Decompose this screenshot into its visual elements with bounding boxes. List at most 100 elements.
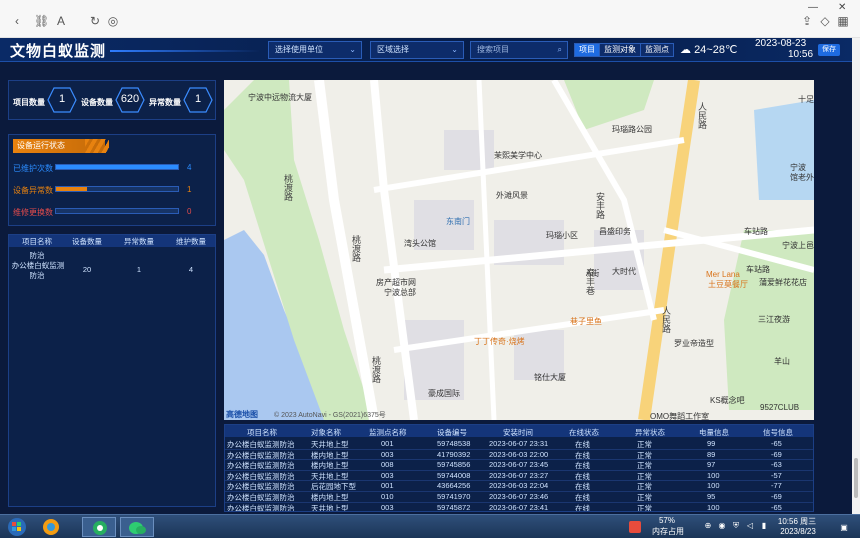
poi-label[interactable]: 宁波总部	[384, 287, 416, 298]
poi-label[interactable]: 蒲爱鲜花花店	[759, 277, 807, 288]
table-cell: 99	[707, 439, 716, 448]
maintained-bar-fill	[56, 165, 178, 169]
device-table: 项目名称 对象名称 监测点名称 设备编号 安装时间 在线状态 异常状态 电量信息…	[224, 424, 814, 512]
table-cell: -57	[771, 470, 782, 480]
stats-panel: 项目数量 1 设备数量 620 异常数量 1	[8, 80, 216, 120]
poi-label[interactable]: 巷子里鱼	[570, 316, 602, 327]
table-cell: 97	[707, 460, 716, 470]
map-view[interactable]: 宁波中远物流大厦 茉熙美学中心 外滩风景 东南门 湾头公馆 玛瑙小区 昌盛印务 …	[224, 80, 814, 420]
tab-monitor-object[interactable]: 监测对象	[600, 44, 641, 56]
start-button[interactable]	[6, 517, 28, 537]
road-label: 人民路	[661, 306, 671, 333]
poi-label[interactable]: 湾头公馆	[404, 238, 436, 249]
maintained-label: 已维护次数	[13, 164, 53, 173]
tab-project[interactable]: 项目	[575, 44, 600, 56]
maintained-value: 4	[187, 163, 192, 172]
repair-replace-value: 0	[187, 207, 192, 216]
notification-icon[interactable]: ▣	[838, 523, 850, 532]
sogou-icon[interactable]	[628, 517, 642, 537]
poi-label[interactable]: 馆老外	[790, 172, 814, 183]
poi-label[interactable]: 铭仕大厦	[534, 372, 566, 383]
device-count-label: 设备数量	[81, 98, 113, 107]
table-cell: 59748538	[437, 439, 471, 448]
poi-label[interactable]: 宁波上邑	[782, 240, 814, 251]
col-point-name: 监测点名称	[369, 428, 407, 437]
poi-label[interactable]: 昌盛印务	[599, 226, 631, 237]
app-header: 文物白蚁监测 选择使用单位 ⌄ 区域选择 ⌄ 搜索项目 ⌕ 项目 监测对象 监测…	[0, 38, 860, 62]
extensions-icon[interactable]: ▦	[836, 14, 850, 28]
poi-label[interactable]: 车站路	[744, 226, 768, 237]
poi-label[interactable]: 大时代	[612, 266, 636, 277]
unit-select[interactable]: 选择使用单位 ⌄	[268, 41, 362, 59]
table-cell: 59744008	[437, 470, 471, 480]
abnormal-count-value: 1	[194, 93, 202, 105]
search-icon: ⌕	[557, 45, 562, 54]
title-stripes	[85, 139, 109, 153]
compass-icon[interactable]: ◎	[106, 14, 120, 28]
shield-icon[interactable]: ⛨	[730, 521, 742, 531]
search-placeholder: 搜索项目	[477, 45, 509, 54]
cube-icon[interactable]: ◇	[818, 14, 832, 28]
poi-label[interactable]: 丁丁传奇·烧烤	[474, 336, 525, 347]
share-icon[interactable]: ⇪	[800, 14, 814, 28]
weather: ☁ 24~28℃	[680, 43, 737, 56]
save-button[interactable]: 保存	[818, 44, 840, 56]
poi-label[interactable]: 玛瑙路公园	[612, 124, 652, 135]
scrollbar-thumb[interactable]	[854, 458, 858, 498]
poi-label[interactable]: 罗业帝造型	[674, 338, 714, 349]
refresh-icon[interactable]: ↻	[88, 14, 102, 28]
link-icon[interactable]: ⛓	[34, 14, 49, 28]
table-cell: 59745856	[437, 460, 471, 470]
poi-label[interactable]: 豪成国际	[428, 388, 460, 399]
maintained-bar	[55, 164, 179, 170]
region-select[interactable]: 区域选择 ⌄	[370, 41, 464, 59]
volume-icon[interactable]: ◁	[744, 521, 756, 530]
project-name-line2: 防治	[29, 271, 45, 280]
abnormal-count-hex: 1	[183, 87, 213, 113]
wechat-taskbar-icon[interactable]	[120, 517, 154, 537]
table-cell: 2023-06-03 22:00	[489, 449, 549, 459]
poi-label[interactable]: 羊山	[774, 356, 790, 367]
poi-label[interactable]: 茉熙美学中心	[494, 150, 542, 161]
signal-icon[interactable]: ▮	[758, 521, 770, 530]
table-cell: 59741970	[437, 492, 471, 501]
poi-label[interactable]: 玛瑙小区	[546, 230, 578, 241]
poi-label[interactable]: KS概念吧	[710, 395, 745, 406]
weather-temp: 24~28℃	[694, 44, 738, 56]
col-project-name: 项目名称	[247, 428, 277, 437]
taskbar: 57% 内存占用 ⊕ ◉ ⛨ ◁ ▮ 10:56 周三 2023/8/23 ▣	[0, 514, 860, 538]
poi-label[interactable]: 三江夜游	[758, 314, 790, 325]
poi-label[interactable]: OMO舞蹈工作室	[650, 411, 709, 420]
page-scrollbar[interactable]	[852, 38, 860, 514]
memory-label: 内存占用	[652, 527, 684, 536]
app-title: 文物白蚁监测	[10, 43, 107, 60]
poi-label[interactable]: 东南门	[446, 216, 470, 227]
device-status-panel: 设备运行状态 已维护次数 4 设备异常数 1 维修更换数 0	[8, 134, 216, 226]
font-icon[interactable]: A	[54, 14, 68, 28]
back-icon[interactable]: ‹	[10, 14, 24, 28]
browser-taskbar-icon[interactable]	[82, 517, 116, 537]
network-icon[interactable]: ⊕	[702, 521, 714, 530]
col-maintained-count: 维护数量	[176, 237, 206, 246]
close-icon[interactable]: ✕	[838, 2, 846, 13]
minimize-icon[interactable]: —	[808, 2, 818, 13]
poi-label[interactable]: 十足	[798, 94, 814, 105]
project-devices: 20	[82, 265, 92, 274]
tab-monitor-point[interactable]: 监测点	[641, 44, 673, 56]
poi-label[interactable]: Mer Lana	[706, 270, 740, 279]
table-cell: 100	[707, 470, 720, 480]
poi-label[interactable]: 9527CLUB	[760, 403, 799, 412]
device-abnormal-bar	[55, 186, 179, 192]
road-label: 桃渡路	[283, 174, 293, 201]
wechat-tray-icon[interactable]: ◉	[716, 521, 728, 530]
table-cell: 2023-06-03 22:04	[489, 481, 549, 491]
table-cell: 100	[707, 481, 720, 491]
browser-toolbar: ‹ ⛓ A ↻ ◎ ⇪ ◇ ▦ — ✕	[0, 0, 860, 38]
app-icon[interactable]	[40, 517, 62, 537]
poi-label[interactable]: 外滩风景	[496, 190, 528, 201]
col-battery: 电量信息	[699, 428, 729, 437]
poi-label[interactable]: 土豆莫餐厅	[708, 279, 748, 290]
search-input[interactable]: 搜索项目 ⌕	[470, 41, 568, 59]
poi-label[interactable]: 宁波中远物流大厦	[248, 92, 312, 103]
table-cell: -69	[771, 449, 782, 459]
